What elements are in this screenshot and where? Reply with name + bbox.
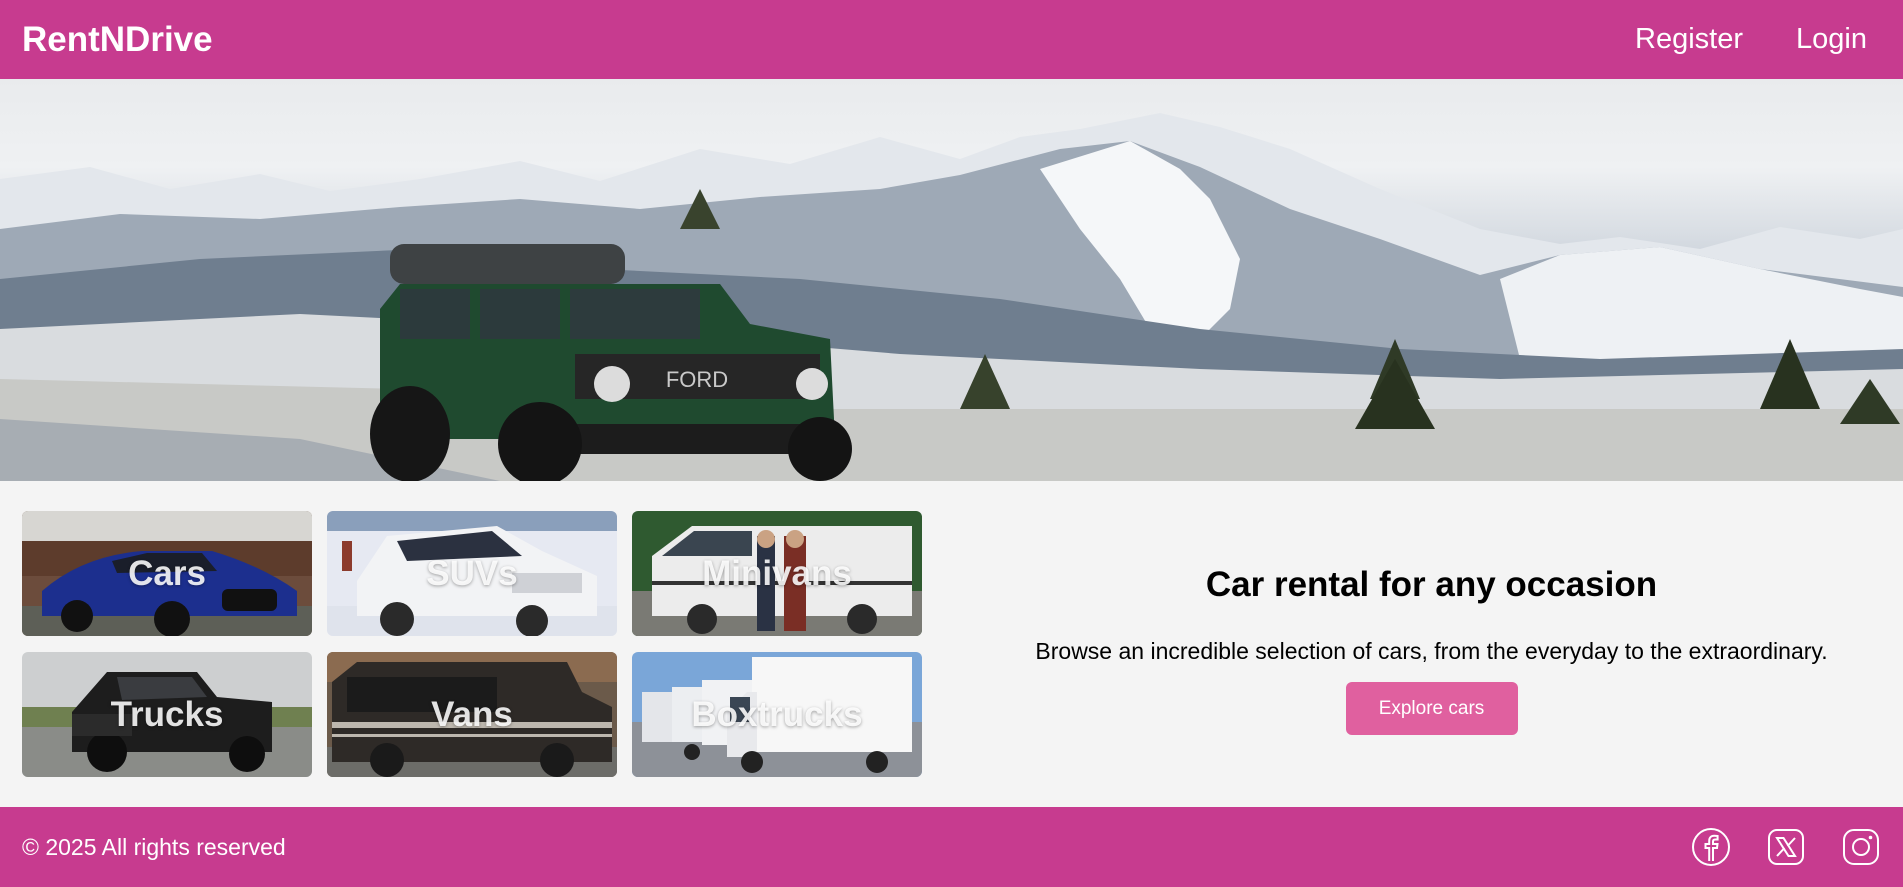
category-tile-boxtrucks[interactable]: Boxtrucks [632,652,922,777]
register-link[interactable]: Register [1635,23,1743,56]
category-grid: Cars SUVs Minivans Trucks Vans Boxtrucks [22,511,922,777]
category-label: Trucks [110,694,224,734]
copyright-text: © 2025 All rights reserved [22,833,286,860]
category-label: Boxtrucks [691,694,863,734]
category-tile-suvs[interactable]: SUVs [327,511,617,636]
explore-cars-button[interactable]: Explore cars [1345,682,1518,735]
instagram-icon[interactable] [1841,827,1881,867]
promo-subtitle: Browse an incredible selection of cars, … [1035,638,1828,664]
category-tile-vans[interactable]: Vans [327,652,617,777]
svg-text:FORD: FORD [666,367,728,392]
category-tile-cars[interactable]: Cars [22,511,312,636]
hero-image: FORD [0,113,1903,481]
site-footer: © 2025 All rights reserved [0,807,1903,887]
promo-section: Car rental for any occasion Browse an in… [1000,565,1863,735]
site-header: RentNDrive Register Login [0,0,1903,79]
facebook-icon[interactable] [1691,827,1731,867]
promo-title: Car rental for any occasion [1205,565,1658,604]
category-label: Cars [128,553,206,593]
login-link[interactable]: Login [1796,23,1867,56]
brand-logo[interactable]: RentNDrive [22,20,213,60]
x-icon[interactable] [1766,827,1806,867]
social-links [1691,827,1881,867]
hero-banner: FORD [0,79,1903,481]
category-tile-minivans[interactable]: Minivans [632,511,922,636]
category-tile-trucks[interactable]: Trucks [22,652,312,777]
category-label: Minivans [702,553,852,593]
top-nav: Register Login [1635,23,1881,56]
category-label: SUVs [426,553,518,593]
category-label: Vans [431,694,513,734]
